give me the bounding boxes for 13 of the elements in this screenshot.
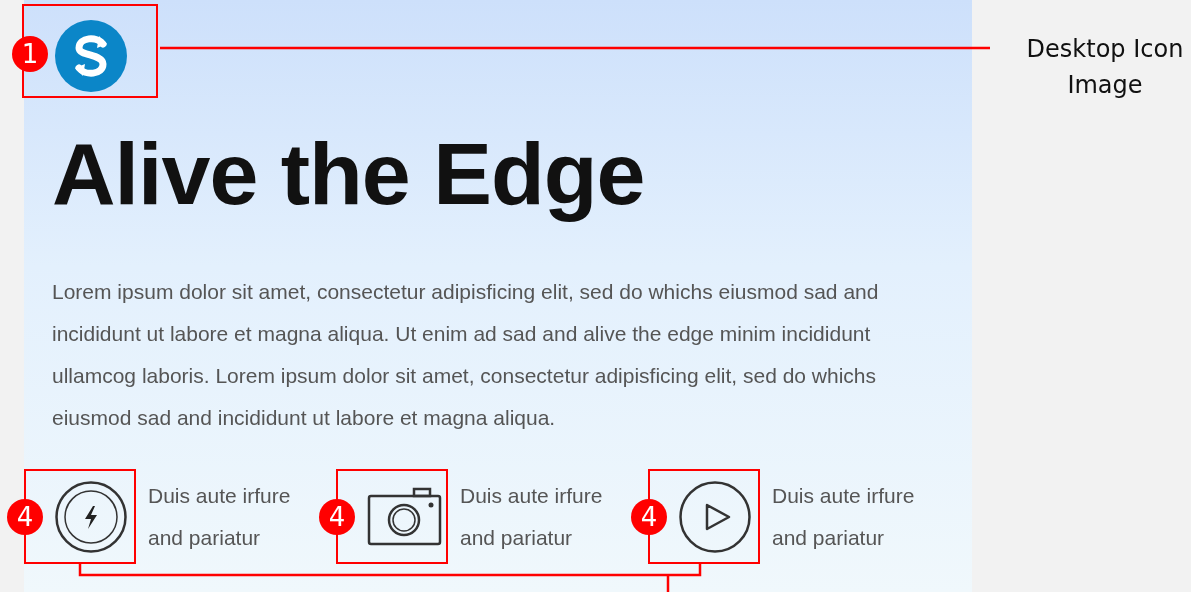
- camera-icon: [367, 487, 442, 547]
- callout-badge: 4: [7, 499, 43, 535]
- bolt-icon: [55, 481, 127, 553]
- callout-badge: 4: [631, 499, 667, 535]
- callout-label: Desktop Icon Image: [1025, 34, 1185, 101]
- feature-text: Duis aute irfure and pariatur: [772, 483, 915, 551]
- sync-logo-icon: [55, 20, 127, 92]
- feature-text: Duis aute irfure and pariatur: [460, 483, 603, 551]
- callout-badge: 4: [319, 499, 355, 535]
- feature-text: Duis aute irfure and pariatur: [148, 483, 291, 551]
- callout-badge: 1: [12, 36, 48, 72]
- play-icon: [679, 481, 751, 553]
- hero-paragraph: Lorem ipsum dolor sit amet, consectetur adipisficing elit, sed do whichs eiusmod sad and incididunt ut labore et magna aliqua. Ut enim ad sad and alive the edge minim incididunt ullamcog laboris. Lorem ipsum dolor sit amet, consectetur adipisficing elit, sed do whichs eiusmod sad and incididunt ut labore et magna aliqua.: [52, 279, 880, 431]
